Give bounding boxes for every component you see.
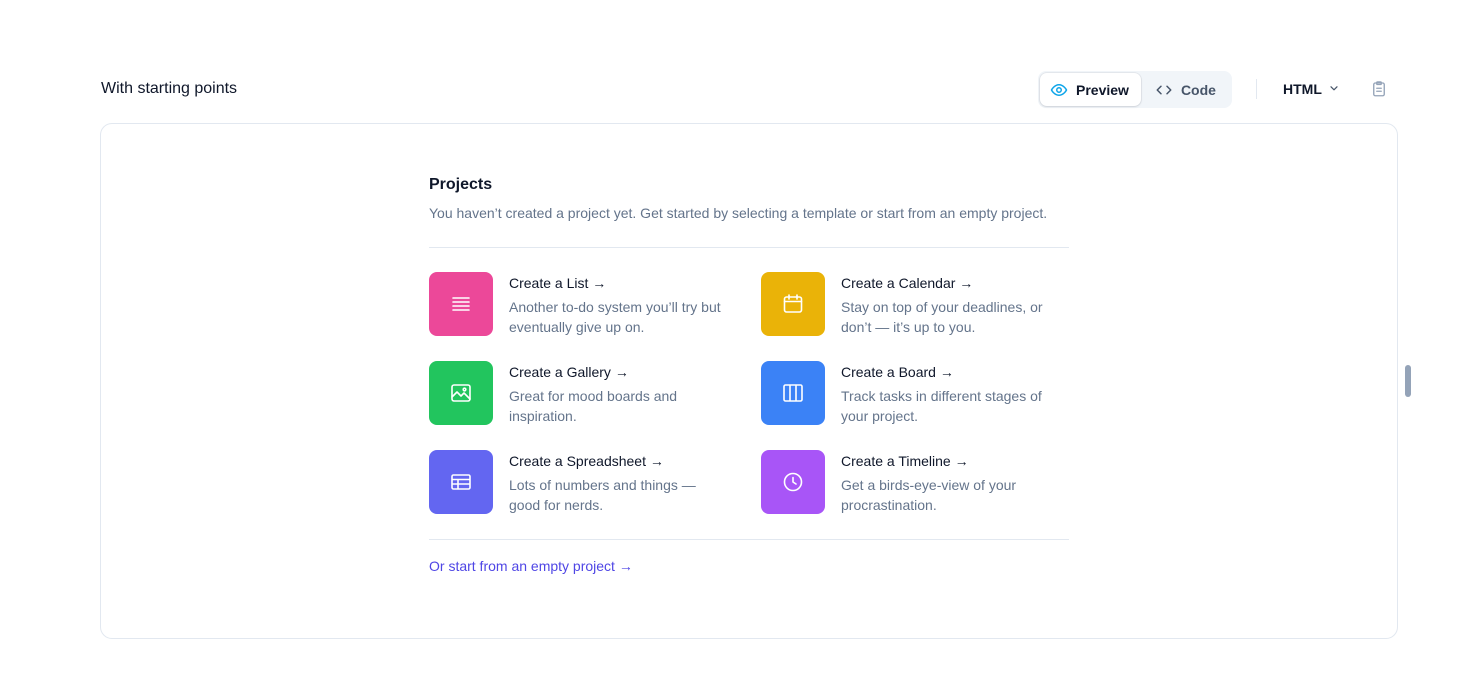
scrollbar-thumb[interactable] (1405, 365, 1411, 397)
calendar-icon (761, 272, 825, 336)
empty-project-link[interactable]: Or start from an empty project → (429, 556, 633, 576)
chevron-down-icon (1328, 81, 1340, 97)
template-description: Lots of numbers and things — good for ne… (509, 477, 696, 513)
bottom-divider (429, 539, 1069, 540)
preview-code-toggle: Preview Code (1038, 71, 1232, 108)
template-description: Track tasks in different stages of your … (841, 388, 1042, 424)
section-heading: With starting points (101, 80, 238, 97)
projects-panel: Projects You haven’t created a project y… (429, 175, 1069, 576)
template-description: Another to-do system you’ll try but even… (509, 299, 721, 335)
code-brackets-icon (1155, 81, 1173, 99)
preview-tab[interactable]: Preview (1040, 73, 1141, 106)
clock-icon (761, 450, 825, 514)
list-icon (429, 272, 493, 336)
template-description: Stay on top of your deadlines, or don’t … (841, 299, 1043, 335)
template-description: Get a birds-eye-view of your procrastina… (841, 477, 1017, 513)
top-divider (429, 247, 1069, 248)
eye-icon (1050, 81, 1068, 99)
columns-icon (761, 361, 825, 425)
template-title: Create a List → (509, 275, 607, 291)
table-icon (429, 450, 493, 514)
language-select[interactable]: HTML (1283, 79, 1340, 99)
template-list[interactable]: Create a List → Another to-do system you… (429, 272, 761, 337)
code-label: Code (1180, 81, 1216, 98)
preview-label: Preview (1076, 81, 1129, 98)
projects-description: You haven’t created a project yet. Get s… (429, 205, 1048, 221)
template-title: Create a Gallery → (509, 364, 629, 380)
template-title: Create a Timeline → (841, 453, 969, 469)
template-board[interactable]: Create a Board → Track tasks in differen… (761, 361, 1069, 426)
code-tab[interactable]: Code (1141, 73, 1228, 106)
photo-icon (429, 361, 493, 425)
template-gallery[interactable]: Create a Gallery → Great for mood boards… (429, 361, 761, 426)
language-label: HTML (1283, 81, 1322, 97)
template-title: Create a Calendar → (841, 275, 974, 291)
template-calendar[interactable]: Create a Calendar → Stay on top of your … (761, 272, 1069, 337)
template-description: Great for mood boards and inspiration. (509, 388, 678, 424)
template-title: Create a Spreadsheet → (509, 453, 664, 469)
projects-title: Projects (429, 176, 493, 193)
toolbar-divider (1256, 79, 1257, 99)
template-spreadsheet[interactable]: Create a Spreadsheet → Lots of numbers a… (429, 450, 761, 515)
template-title: Create a Board → (841, 364, 954, 380)
template-timeline[interactable]: Create a Timeline → Get a birds-eye-view… (761, 450, 1069, 515)
clipboard-icon[interactable] (1370, 80, 1388, 98)
template-grid: Create a List → Another to-do system you… (429, 272, 1069, 515)
